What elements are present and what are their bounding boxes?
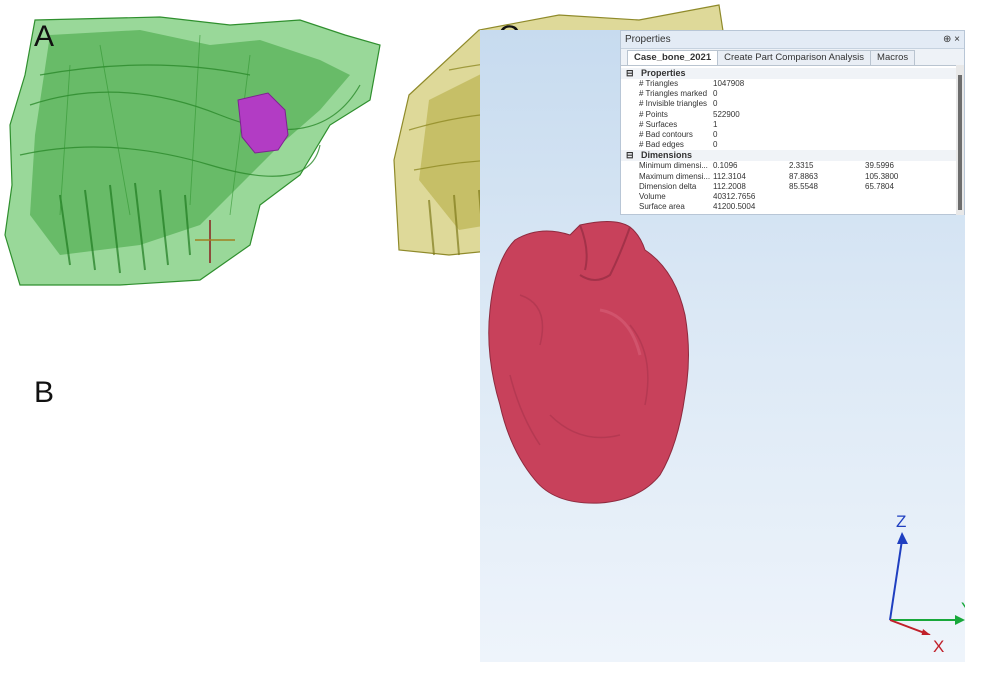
property-value: 0 bbox=[713, 129, 718, 139]
property-row: # Bad contours 0 bbox=[621, 130, 964, 140]
property-value: 0 bbox=[713, 140, 718, 150]
property-value: 1 bbox=[713, 119, 718, 129]
property-label: # Triangles marked bbox=[639, 89, 708, 99]
dimension-z: 105.3800 bbox=[865, 171, 899, 181]
dimension-x: 112.3104 bbox=[713, 171, 746, 181]
property-value: 522900 bbox=[713, 109, 740, 119]
section-properties-label: Properties bbox=[641, 68, 686, 78]
property-label: # Triangles bbox=[639, 79, 679, 88]
property-label: # Bad edges bbox=[639, 140, 684, 150]
dimension-label: Volume bbox=[639, 191, 666, 201]
properties-titlebar: Properties ⊕ × bbox=[621, 31, 964, 49]
property-value: 0 bbox=[713, 89, 718, 99]
dimension-y: 85.5548 bbox=[789, 181, 818, 191]
property-label: # Invisible triangles bbox=[639, 99, 708, 109]
bone-model-green-view bbox=[4, 16, 381, 286]
dimension-row: Minimum dimensi... 0.1096 2.3315 39.5996 bbox=[621, 161, 964, 171]
dimension-row: Volume 40312.7656 bbox=[621, 192, 964, 202]
property-row: # Triangles 1047908 bbox=[621, 79, 964, 89]
pin-close-icons[interactable]: ⊕ × bbox=[943, 31, 960, 48]
dimension-value: 40312.7656 bbox=[713, 191, 756, 201]
axis-gizmo: Z Y bbox=[889, 512, 965, 635]
axis-y-label: Y bbox=[961, 599, 965, 618]
scrollbar-thumb[interactable] bbox=[958, 75, 962, 210]
section-properties[interactable]: ⊟ Properties bbox=[621, 68, 964, 79]
dimension-row: Maximum dimensi... 112.3104 87.8863 105.380… bbox=[621, 172, 964, 182]
collapse-icon[interactable]: ⊟ bbox=[626, 68, 634, 79]
panel-label-b: B bbox=[34, 376, 55, 409]
dimension-row: Dimension delta 112.2008 85.5548 65.7804 bbox=[621, 182, 964, 192]
properties-title: Properties bbox=[625, 34, 671, 45]
property-row: # Invisible triangles 0 bbox=[621, 99, 964, 109]
axis-x-label: X bbox=[933, 637, 945, 656]
dimension-x: 112.2008 bbox=[713, 181, 746, 191]
property-row: # Triangles marked 0 bbox=[621, 89, 964, 99]
dimension-label: Minimum dimensi... bbox=[639, 161, 708, 171]
tab-macros[interactable]: Macros bbox=[870, 50, 916, 65]
dimension-y: 2.3315 bbox=[789, 161, 814, 171]
property-value: 0 bbox=[713, 99, 718, 109]
properties-body: ⊟ Properties # Triangles 1047908 # Triang… bbox=[621, 66, 964, 212]
tab-create-part-comparison[interactable]: Create Part Comparison Analysis bbox=[717, 50, 872, 65]
properties-window: Properties ⊕ × Case_bone_2021 Create Par… bbox=[620, 30, 965, 215]
axis-z-label: Z bbox=[896, 512, 906, 531]
dimension-z: 65.7804 bbox=[865, 181, 894, 191]
property-label: # Bad contours bbox=[639, 129, 693, 139]
section-dimensions[interactable]: ⊟ Dimensions bbox=[621, 150, 964, 162]
property-row: # Surfaces 1 bbox=[621, 120, 964, 130]
properties-scrollbar[interactable] bbox=[956, 65, 964, 215]
section-dimensions-label: Dimensions bbox=[641, 150, 693, 161]
dimension-row: Surface area 41200.5004 bbox=[621, 202, 964, 212]
dimension-label: Surface area bbox=[639, 202, 685, 212]
property-label: # Surfaces bbox=[639, 119, 678, 129]
bone-mesh-green bbox=[4, 16, 381, 286]
lesion-3d-model[interactable] bbox=[480, 215, 710, 515]
dimension-label: Maximum dimensi... bbox=[639, 171, 711, 181]
property-label: # Points bbox=[639, 109, 668, 119]
properties-tabbar: Case_bone_2021 Create Part Comparison An… bbox=[621, 49, 964, 66]
property-value: 1047908 bbox=[713, 79, 745, 88]
dimension-z: 39.5996 bbox=[865, 161, 894, 171]
dimension-value: 41200.5004 bbox=[713, 202, 756, 212]
dimension-label: Dimension delta bbox=[639, 181, 697, 191]
panel-label-a: A bbox=[34, 20, 55, 53]
collapse-icon[interactable]: ⊟ bbox=[626, 150, 634, 161]
dimension-y: 87.8863 bbox=[789, 171, 818, 181]
property-row: # Bad edges 0 bbox=[621, 140, 964, 150]
tab-case-bone-2021[interactable]: Case_bone_2021 bbox=[627, 50, 719, 65]
3d-viewport[interactable]: Properties ⊕ × Case_bone_2021 Create Par… bbox=[480, 30, 965, 662]
dimension-x: 0.1096 bbox=[713, 161, 738, 171]
property-row: # Points 522900 bbox=[621, 110, 964, 120]
